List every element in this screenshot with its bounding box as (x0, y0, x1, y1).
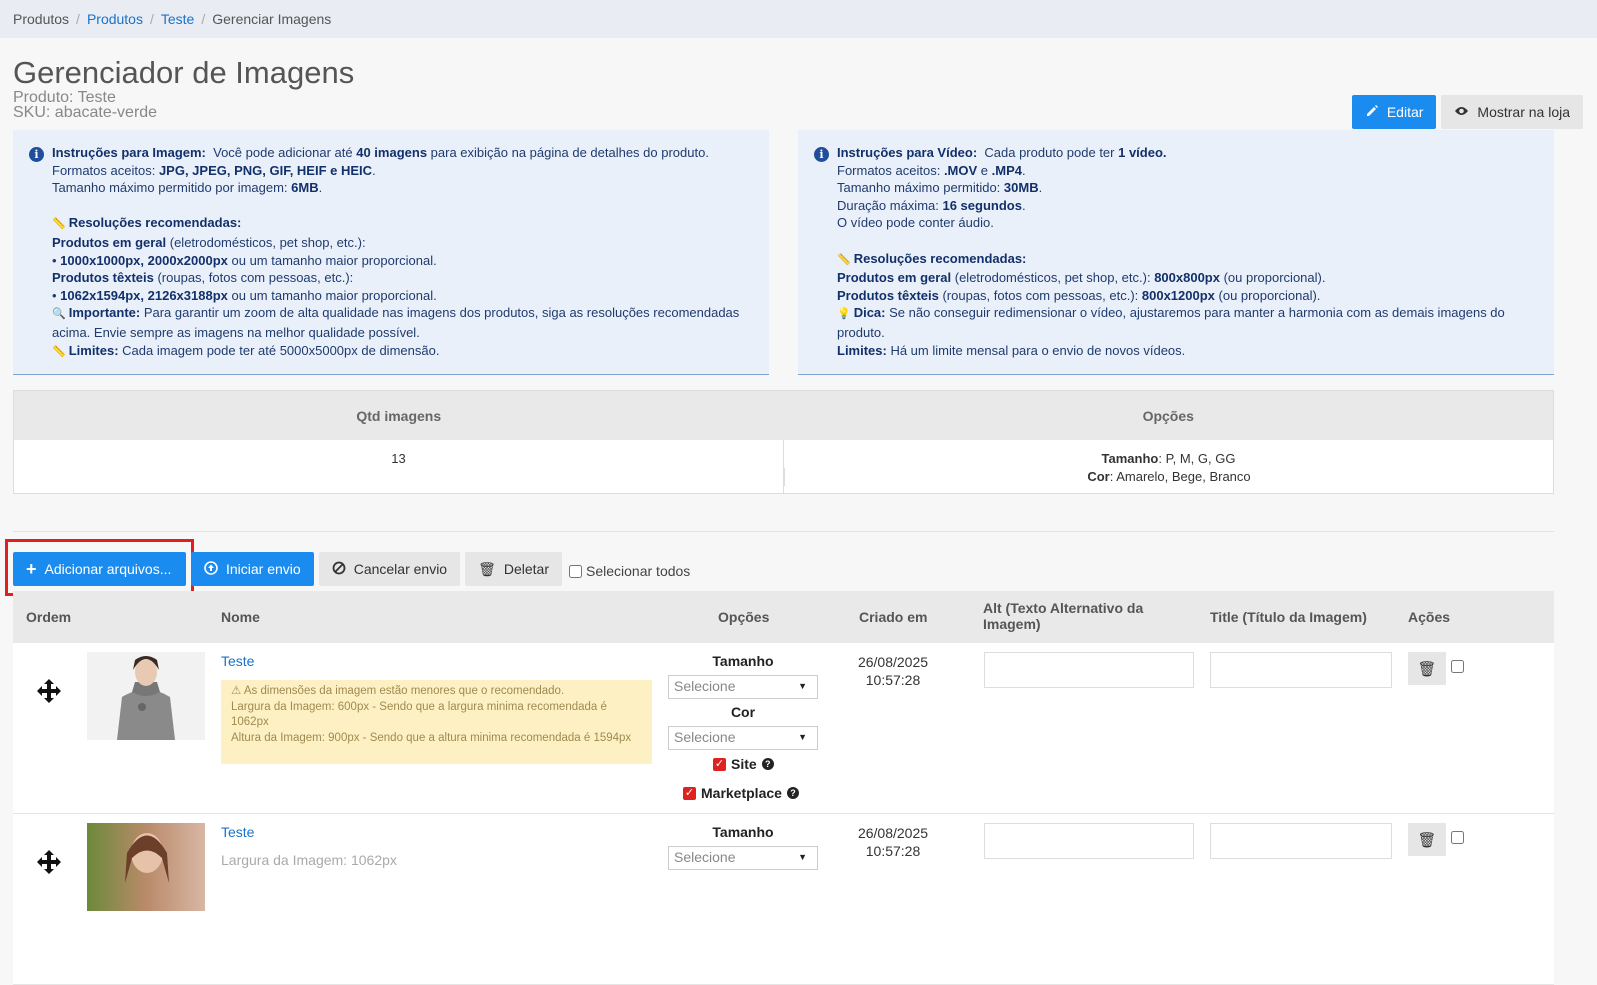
show-in-store-label: Mostrar na loja (1477, 104, 1570, 120)
alt-text-input[interactable] (984, 823, 1194, 859)
move-arrows-icon[interactable] (36, 849, 62, 882)
alt-text-input[interactable] (984, 652, 1194, 688)
file-name-link[interactable]: Teste (221, 653, 254, 669)
product-thumbnail (87, 652, 205, 740)
page-title: Gerenciador de Imagens (13, 55, 355, 90)
ruler-icon: 📏 (52, 218, 66, 231)
checkmark-icon: ✓ (683, 786, 696, 800)
file-name-link[interactable]: Teste (221, 824, 254, 840)
size-select[interactable]: Selecione ▼ (668, 846, 818, 870)
lightbulb-icon: 💡 (837, 308, 851, 321)
table-row: Teste Largura da Imagem: 1062px Tamanho … (13, 814, 1554, 985)
select-all[interactable]: Selecionar todos (569, 563, 690, 579)
site-checkbox[interactable]: ✓ Site ? (713, 756, 774, 772)
stats-table: Qtd imagens Opções 13 Tamanho: P, M, G, … (13, 390, 1554, 494)
warning-triangle-icon: ⚠ (231, 685, 242, 697)
stats-header-options: Opções (1142, 407, 1194, 424)
dimension-info: Largura da Imagem: 1062px (221, 852, 397, 868)
stats-options: Tamanho: P, M, G, GG Cor: Amarelo, Bege,… (783, 440, 1553, 493)
col-options: Opções (718, 609, 770, 625)
pencil-icon (1365, 104, 1379, 121)
created-date: 26/08/2025 10:57:28 (857, 825, 929, 859)
caret-down-icon: ▼ (798, 852, 807, 862)
divider (13, 531, 1554, 532)
col-title: Title (Título da Imagem) (1210, 609, 1367, 625)
files-table-header: Ordem Nome Opções Criado em Alt (Texto A… (13, 591, 1554, 643)
add-files-button[interactable]: + Adicionar arquivos... (13, 552, 186, 586)
ruler-icon: 📏 (52, 345, 66, 358)
product-sku: SKU: abacate-verde (13, 104, 158, 121)
plus-icon: + (26, 559, 37, 579)
dimension-warning: ⚠ As dimensões da imagem estão menores q… (221, 680, 652, 764)
start-upload-button[interactable]: Iniciar envio (191, 552, 314, 586)
breadcrumb-item-produtos[interactable]: Produtos (87, 11, 143, 27)
video-instructions: i Instruções para Vídeo: Cada produto po… (798, 130, 1554, 375)
stats-count: 13 (391, 451, 406, 466)
stats-header-count: Qtd imagens (356, 407, 442, 424)
help-icon[interactable]: ? (761, 758, 774, 770)
caret-down-icon: ▼ (798, 732, 807, 742)
image-title-input[interactable] (1210, 823, 1392, 859)
trash-icon: 🗑 (1417, 831, 1437, 849)
caret-down-icon: ▼ (798, 681, 807, 691)
trash-icon: 🗑 (478, 560, 496, 577)
breadcrumb-item-produtos-root[interactable]: Produtos (13, 11, 69, 27)
upload-circle-icon (204, 560, 218, 578)
product-thumbnail (87, 823, 205, 911)
marketplace-checkbox[interactable]: ✓ Marketplace ? (683, 785, 799, 801)
size-select[interactable]: Selecione ▼ (668, 675, 818, 699)
image-instructions: i Instruções para Imagem: Você pode adic… (13, 130, 769, 375)
files-table: Ordem Nome Opções Criado em Alt (Texto A… (13, 591, 1554, 985)
ruler-icon: 📏 (837, 253, 851, 266)
edit-button[interactable]: Editar (1351, 95, 1437, 129)
move-arrows-icon[interactable] (36, 678, 62, 711)
delete-button[interactable]: 🗑 Deletar (465, 552, 563, 586)
ban-icon (332, 561, 346, 578)
created-date: 26/08/2025 10:57:28 (857, 654, 929, 688)
upload-toolbar: + Adicionar arquivos... Iniciar envio Ca… (13, 552, 690, 586)
col-order: Ordem (26, 609, 72, 625)
breadcrumb: Produtos / Produtos / Teste / Gerenciar … (0, 0, 1597, 38)
eye-icon (1454, 104, 1469, 120)
magnifier-icon: 🔍 (52, 308, 66, 321)
checkmark-icon: ✓ (713, 757, 726, 771)
color-label: Cor (730, 704, 756, 720)
breadcrumb-item-teste[interactable]: Teste (161, 11, 194, 27)
select-all-checkbox[interactable] (569, 564, 583, 578)
delete-row-button[interactable]: 🗑 (1408, 652, 1446, 685)
table-row: Teste ⚠ As dimensões da imagem estão men… (13, 643, 1554, 814)
color-select[interactable]: Selecione ▼ (668, 726, 818, 750)
row-select-checkbox[interactable] (1451, 831, 1464, 844)
size-label: Tamanho (712, 824, 774, 840)
row-select-checkbox[interactable] (1451, 660, 1464, 673)
image-title-input[interactable] (1210, 652, 1392, 688)
show-in-store-button[interactable]: Mostrar na loja (1441, 95, 1583, 129)
col-name: Nome (221, 609, 260, 625)
page-header: Gerenciador de Imagens Produto: Teste SK… (0, 38, 1597, 130)
info-circle-icon: i (814, 147, 829, 162)
cancel-upload-button[interactable]: Cancelar envio (318, 552, 461, 586)
instructions-row: i Instruções para Imagem: Você pode adic… (0, 130, 1597, 375)
col-actions: Ações (1408, 609, 1451, 625)
trash-icon: 🗑 (1417, 660, 1437, 678)
delete-row-button[interactable]: 🗑 (1408, 823, 1446, 856)
info-circle-icon: i (29, 147, 44, 162)
header-actions: Editar Mostrar na loja (1351, 95, 1583, 129)
help-icon[interactable]: ? (786, 787, 799, 799)
col-alt: Alt (Texto Alternativo da Imagem) (983, 600, 1144, 632)
edit-button-label: Editar (1386, 104, 1424, 120)
size-label: Tamanho (712, 653, 774, 669)
breadcrumb-current: Gerenciar Imagens (212, 11, 332, 27)
col-created: Criado em (859, 609, 928, 625)
